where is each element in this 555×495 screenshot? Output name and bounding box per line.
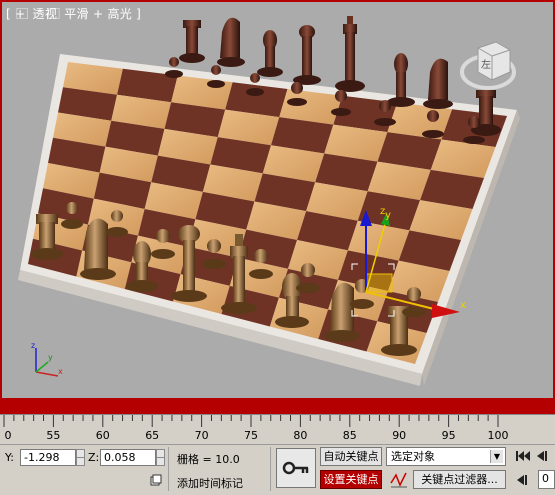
tripod-x-label: x <box>58 367 63 376</box>
timeline-label: 65 <box>145 429 160 442</box>
time-slider-bar[interactable] <box>0 400 555 414</box>
divider <box>270 447 271 491</box>
view-cube-label: 左 <box>481 58 491 71</box>
auto-key-button[interactable]: 自动关键点 <box>320 447 382 466</box>
timeline-label: 80 <box>293 429 308 442</box>
timeline-label: 55 <box>46 429 61 442</box>
timeline-ticks <box>3 415 499 427</box>
gizmo-y-label: y <box>385 210 391 221</box>
timeline-label: 85 <box>342 429 357 442</box>
z-coord-label: Z: <box>88 451 100 464</box>
add-time-tag-button[interactable]: 添加时间标记 <box>177 475 243 491</box>
tripod-z-label: z <box>31 341 35 350</box>
key-filters-button[interactable]: 关键点过滤器... <box>413 470 506 489</box>
z-coord-spinner[interactable] <box>156 449 165 466</box>
timeline-ruler[interactable]: 0 55 60 65 70 75 80 85 90 95 100 <box>0 414 555 445</box>
dark-bishop-2 <box>387 53 415 107</box>
key-mode-icon[interactable] <box>514 473 532 487</box>
perspective-viewport[interactable]: z y x 左 z y x [ + ⃞ 透视 ⃞ 平滑 + 高光 ] <box>0 0 555 400</box>
curve-editor-icon[interactable] <box>389 471 409 489</box>
y-coord-label: Y: <box>5 451 14 464</box>
key-icon <box>282 461 309 475</box>
chess-scene: z y x 左 z y x <box>18 16 520 386</box>
y-coord-spinner[interactable] <box>76 449 85 466</box>
world-axis-tripod: z y x <box>31 341 63 377</box>
dark-knight-2 <box>423 58 453 109</box>
timeline-label: 90 <box>392 429 407 442</box>
grid-size-text: 栅格 = 10.0 <box>177 453 240 466</box>
y-coord-field[interactable]: -1.298 <box>20 449 76 466</box>
view-cube[interactable]: 左 <box>460 41 516 90</box>
tripod-y-label: y <box>48 353 53 362</box>
dark-bishop <box>257 30 283 77</box>
go-to-start-icon[interactable] <box>514 449 532 463</box>
dark-rook <box>179 20 205 63</box>
timeline-label: 95 <box>441 429 456 442</box>
set-key-mode-button[interactable] <box>276 448 316 488</box>
timeline-label: 100 <box>487 429 509 442</box>
dark-king <box>335 16 365 92</box>
current-frame-field[interactable]: 0 <box>538 470 555 489</box>
set-key-button[interactable]: 设置关键点 <box>320 470 382 489</box>
key-selection-dropdown[interactable]: 选定对象 ▼ <box>386 447 506 466</box>
selection-value: 选定对象 <box>391 450 435 463</box>
gizmo-x-label: x <box>460 300 466 311</box>
time-tag-icon[interactable] <box>150 474 162 486</box>
dark-knight <box>217 17 245 67</box>
z-coord-field[interactable]: 0.058 <box>100 449 156 466</box>
viewport-label-menu[interactable]: [ + ⃞ 透视 ⃞ 平滑 + 高光 ] <box>6 5 141 22</box>
previous-frame-icon[interactable] <box>534 449 552 463</box>
timeline-label: 75 <box>244 429 258 442</box>
dark-queen <box>293 25 321 85</box>
divider <box>168 447 169 491</box>
timeline-label: 0 <box>4 429 12 442</box>
timeline-label: 60 <box>95 429 110 442</box>
chevron-down-icon: ▼ <box>490 450 503 463</box>
timeline-label: 70 <box>194 429 209 442</box>
